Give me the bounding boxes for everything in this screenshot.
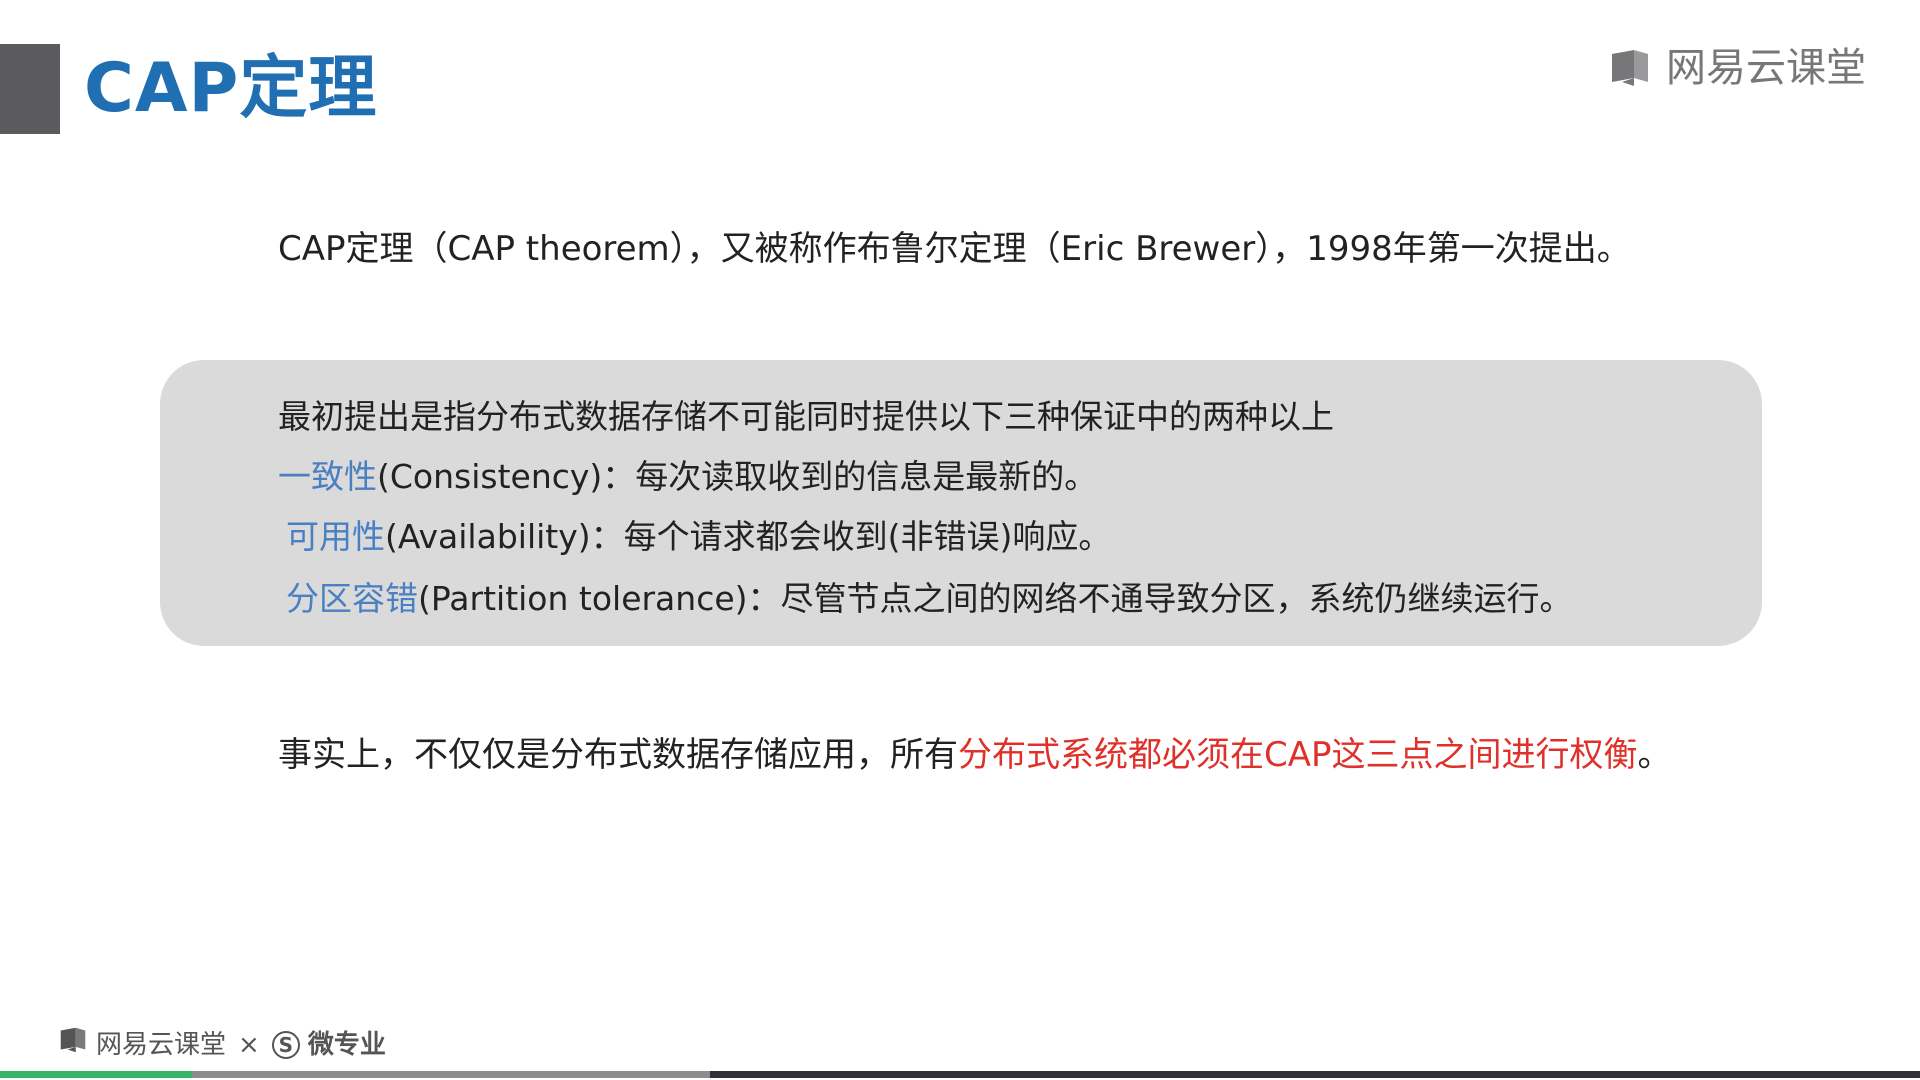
micro-major-name: 微专业 [307,1029,386,1060]
definition-lead: 最初提出是指分布式数据存储不可能同时提供以下三种保证中的两种以上 [278,397,1334,436]
term-label: 分区容错 [286,579,418,618]
intro-text: CAP定理（CAP theorem），又被称作布鲁尔定理（Eric Brewer… [278,229,1631,269]
book-icon [1608,48,1652,88]
term-label: 可用性 [286,517,385,556]
brand-name: 网易云课堂 [1666,45,1866,91]
term-label: 一致性 [278,457,377,496]
conclusion-text: 事实上，不仅仅是分布式数据存储应用，所有分布式系统都必须在CAP这三点之间进行权… [278,732,1672,778]
conclusion-end: 。 [1637,735,1672,775]
progress-played [0,1071,192,1078]
title-accent-bar [0,44,60,134]
conclusion-highlight: 分布式系统都必须在CAP这三点之间进行权衡 [958,735,1638,775]
term-description: (Consistency)：每次读取收到的信息是最新的。 [377,457,1098,496]
times-sign: × [238,1029,260,1060]
slide: CAP定理 网易云课堂 CAP定理（CAP theorem），又被称作布鲁尔定理… [0,0,1920,1080]
term-description: (Partition tolerance)：尽管节点之间的网络不通导致分区，系统… [418,579,1573,618]
brand-name: 网易云课堂 [96,1029,227,1060]
video-progress-bar[interactable] [0,1071,1920,1078]
brand-logo-top: 网易云课堂 [1608,44,1866,92]
item-availability: 可用性(Availability)：每个请求都会收到(非错误)响应。 [286,514,1111,560]
conclusion-plain: 事实上，不仅仅是分布式数据存储应用，所有 [278,735,958,775]
item-partition-tolerance: 分区容错(Partition tolerance)：尽管节点之间的网络不通导致分… [286,576,1573,622]
item-consistency: 一致性(Consistency)：每次读取收到的信息是最新的。 [278,454,1097,500]
page-title: CAP定理 [84,49,378,128]
micro-major-logo-icon: S [271,1030,300,1059]
book-icon [58,1026,88,1063]
brand-logo-bottom: 网易云课堂 × S 微专业 [58,1026,386,1063]
term-description: (Availability)：每个请求都会收到(非错误)响应。 [385,517,1112,556]
